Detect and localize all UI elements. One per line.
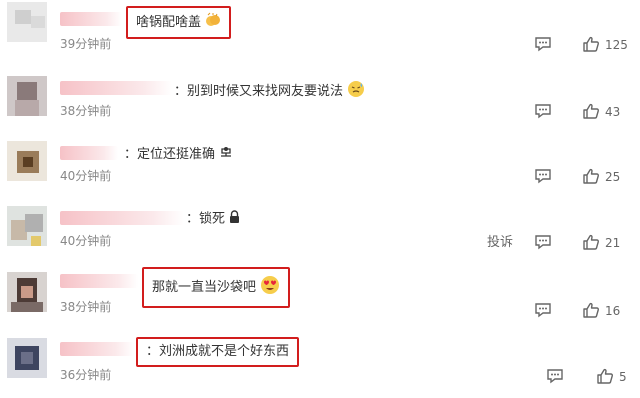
comment-text: ：别到时候又来找网友要说法 — [174, 80, 365, 103]
lock-icon — [229, 210, 240, 228]
avatar[interactable] — [7, 76, 47, 116]
reply-icon[interactable] — [534, 103, 552, 123]
avatar[interactable] — [7, 206, 47, 246]
timestamp: 40分钟前 — [60, 169, 112, 183]
username[interactable] — [60, 12, 122, 26]
comment-text: 那就一直当沙袋吧 — [142, 267, 291, 308]
timestamp: 39分钟前 — [60, 37, 112, 51]
comment-actions: 25 — [520, 168, 640, 188]
comment-text: 啥锅配啥盖 — [126, 6, 232, 39]
sweat-face-icon — [347, 80, 365, 103]
reply-icon[interactable] — [534, 302, 552, 322]
username[interactable] — [60, 146, 118, 160]
heart-eyes-icon — [260, 275, 280, 300]
username[interactable] — [60, 81, 172, 95]
like-count: 5 — [619, 370, 627, 384]
comment-actions: 43 — [520, 103, 640, 123]
comment-actions: 125 — [520, 36, 640, 56]
like-icon[interactable] — [582, 302, 600, 323]
comment-item: ：锁死 40分钟前 投诉 21 — [0, 198, 640, 262]
reply-icon[interactable] — [534, 234, 552, 254]
comment-actions: 21 — [520, 234, 640, 254]
like-count: 16 — [605, 304, 621, 318]
comment-text: ：刘洲成就不是个好东西 — [136, 337, 300, 367]
like-icon[interactable] — [582, 234, 600, 255]
comment-item: ：定位还挺准确 40分钟前 25 — [0, 133, 640, 198]
like-icon[interactable] — [582, 36, 600, 57]
comment-actions: 5 — [540, 368, 640, 388]
avatar[interactable] — [7, 338, 47, 378]
clapping-hands-icon — [205, 12, 221, 33]
like-count: 125 — [605, 38, 628, 52]
comment-item: 啥锅配啥盖 39分钟前 125 — [0, 0, 640, 60]
like-count: 43 — [605, 105, 621, 119]
comment-text: ：定位还挺准确 — [124, 145, 233, 164]
like-count: 25 — [605, 170, 621, 184]
like-count: 21 — [605, 236, 621, 250]
reply-icon[interactable] — [546, 368, 564, 388]
username[interactable] — [60, 274, 138, 288]
username[interactable] — [60, 211, 184, 225]
comment-actions: 16 — [520, 302, 640, 322]
report-button[interactable]: 投诉 — [487, 235, 513, 251]
comment-item: ：刘洲成就不是个好东西 36分钟前 5 — [0, 332, 640, 398]
comment-item: 那就一直当沙袋吧 38分钟前 16 — [0, 262, 640, 332]
comment-item: ：别到时候又来找网友要说法 38分钟前 43 — [0, 68, 640, 133]
avatar[interactable] — [7, 2, 47, 42]
timestamp: 36分钟前 — [60, 368, 112, 382]
like-icon[interactable] — [582, 168, 600, 189]
like-icon[interactable] — [596, 368, 614, 389]
like-icon[interactable] — [582, 103, 600, 124]
timestamp: 40分钟前 — [60, 234, 112, 248]
avatar[interactable] — [7, 141, 47, 181]
reply-icon[interactable] — [534, 36, 552, 56]
pin-icon — [219, 145, 233, 164]
timestamp: 38分钟前 — [60, 104, 112, 118]
avatar[interactable] — [7, 272, 47, 312]
reply-icon[interactable] — [534, 168, 552, 188]
username[interactable] — [60, 342, 134, 356]
comment-text: ：锁死 — [186, 210, 240, 228]
timestamp: 38分钟前 — [60, 300, 112, 314]
